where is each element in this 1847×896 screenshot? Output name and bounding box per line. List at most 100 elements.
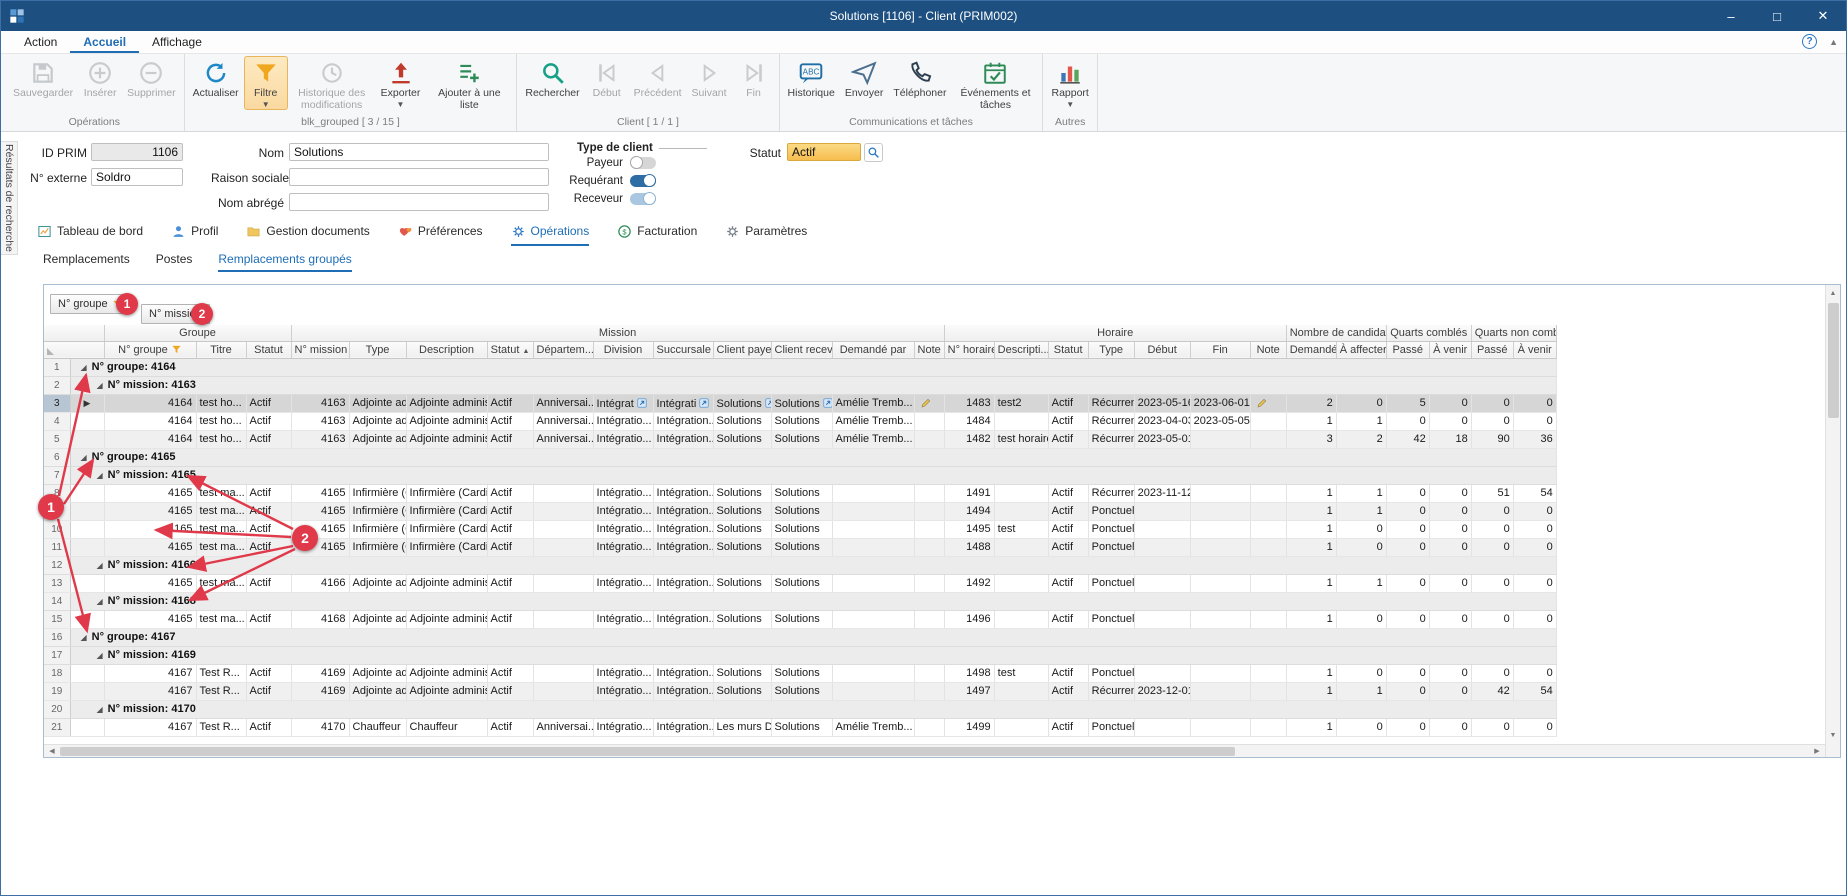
minimize-button[interactable]: – (1708, 1, 1754, 31)
column-header-statut[interactable]: Statut (246, 341, 291, 358)
table-row[interactable]: 94165test ma...Actif4165Infirmière (Ca..… (44, 502, 1556, 520)
column-header-fin[interactable]: Fin (1190, 341, 1250, 358)
collapse-icon[interactable]: ◢ (81, 363, 87, 372)
tab-facturation[interactable]: Facturation (617, 222, 697, 246)
collapse-icon[interactable]: ◢ (81, 633, 87, 642)
column-header-client-recev[interactable]: Client recev... (771, 341, 832, 358)
column-header-a-venir[interactable]: À venir (1513, 341, 1556, 358)
scroll-left-icon[interactable]: ◀ (45, 745, 59, 757)
ribbon-collapse-icon[interactable]: ▲ (1829, 37, 1838, 47)
collapse-icon[interactable]: ◢ (97, 471, 103, 480)
column-header-type[interactable]: Type (1088, 341, 1134, 358)
column-header-division[interactable]: Division (593, 341, 653, 358)
ribbon-button-exporter[interactable]: Exporter▼ (376, 56, 426, 110)
column-header-client-payeur[interactable]: Client payeur (713, 341, 771, 358)
help-icon[interactable]: ? (1802, 34, 1817, 49)
ribbon-button-precedent[interactable]: Précédent (629, 56, 687, 101)
table-row[interactable]: 214167Test R...Actif4170ChauffeurChauffe… (44, 718, 1556, 736)
toggle-payeur[interactable] (630, 157, 656, 169)
table-row[interactable]: 194167Test R...Actif4169Adjointe adm...A… (44, 682, 1556, 700)
vertical-scroll-thumb[interactable] (1828, 303, 1839, 418)
horizontal-scrollbar[interactable]: ◀ ▶ (44, 744, 1825, 757)
collapse-icon[interactable]: ◢ (97, 381, 103, 390)
group-chip-n-groupe[interactable]: N° groupe (50, 294, 131, 314)
subtab-postes[interactable]: Postes (156, 252, 193, 272)
column-header-n-mission[interactable]: N° mission (291, 341, 349, 358)
ribbon-button-rapport[interactable]: Rapport▼ (1046, 56, 1093, 110)
collapse-icon[interactable]: ◢ (97, 651, 103, 660)
scroll-up-icon[interactable]: ▲ (1826, 286, 1840, 301)
group-row[interactable]: 14◢N° mission: 4168 (44, 592, 1556, 610)
table-row[interactable]: 44164test ho...Actif4163Adjointe adm...A… (44, 412, 1556, 430)
subtab-remplacements[interactable]: Remplacements (43, 252, 130, 272)
group-row[interactable]: 16◢N° groupe: 4167 (44, 628, 1556, 646)
column-header-debut[interactable]: Début (1134, 341, 1190, 358)
group-row[interactable]: 20◢N° mission: 4170 (44, 700, 1556, 718)
column-header-type[interactable]: Type (349, 341, 406, 358)
tab-gestion-documents[interactable]: Gestion documents (246, 222, 369, 246)
ribbon-button-filtre[interactable]: Filtre▼ (244, 56, 288, 110)
column-header-titre[interactable]: Titre (196, 341, 246, 358)
ribbon-button-suivant[interactable]: Suivant (687, 56, 732, 101)
group-chip-n-mission[interactable]: N° mission (141, 304, 210, 324)
column-header-note[interactable]: Note (914, 341, 944, 358)
nom-field[interactable] (289, 143, 549, 161)
column-header-statut[interactable]: Statut ▲ (487, 341, 533, 358)
ribbon-button-sauvegarder[interactable]: Sauvegarder (8, 56, 78, 101)
column-header-n-horaire[interactable]: N° horaire (944, 341, 994, 358)
column-header-passe[interactable]: Passé (1471, 341, 1513, 358)
collapse-icon[interactable]: ◢ (97, 561, 103, 570)
table-row[interactable]: 184167Test R...Actif4169Adjointe adm...A… (44, 664, 1556, 682)
column-header-passe[interactable]: Passé (1386, 341, 1429, 358)
ribbon-button-evenements-et-taches[interactable]: Événements et tâches (951, 56, 1039, 112)
tab-profil[interactable]: Profil (171, 222, 218, 246)
tab-parametres[interactable]: Paramètres (725, 222, 807, 246)
menu-tab-action[interactable]: Action (11, 31, 70, 53)
ribbon-button-historique[interactable]: Historique (783, 56, 840, 101)
id-prim-field[interactable] (91, 143, 183, 161)
maximize-button[interactable]: □ (1754, 1, 1800, 31)
group-row[interactable]: 6◢N° groupe: 4165 (44, 448, 1556, 466)
menu-tab-accueil[interactable]: Accueil (70, 31, 139, 53)
close-button[interactable]: ✕ (1800, 1, 1846, 31)
ribbon-button-rechercher[interactable]: Rechercher (520, 56, 584, 101)
collapse-icon[interactable]: ◢ (97, 597, 103, 606)
collapse-icon[interactable]: ◢ (97, 705, 103, 714)
group-row[interactable]: 1◢N° groupe: 4164 (44, 358, 1556, 376)
table-row[interactable]: 104165test ma...Actif4165Infirmière (Ca.… (44, 520, 1556, 538)
statut-lookup-button[interactable] (864, 143, 883, 162)
vertical-scrollbar[interactable]: ▲ ▼ (1825, 285, 1840, 757)
table-row[interactable]: 84165test ma...Actif4165Infirmière (Ca..… (44, 484, 1556, 502)
group-row[interactable]: 12◢N° mission: 4166 (44, 556, 1556, 574)
ribbon-button-inserer[interactable]: Insérer (78, 56, 122, 101)
column-header-demandes[interactable]: Demandés (1286, 341, 1336, 358)
group-row[interactable]: 7◢N° mission: 4165 (44, 466, 1556, 484)
table-row[interactable]: 114165test ma...Actif4165Infirmière (Ca.… (44, 538, 1556, 556)
column-header-departem[interactable]: Départem... (533, 341, 593, 358)
column-header-a-venir[interactable]: À venir (1429, 341, 1471, 358)
collapse-icon[interactable]: ◢ (81, 453, 87, 462)
tab-operations[interactable]: Opérations (511, 222, 590, 246)
ribbon-button-telephoner[interactable]: Téléphoner (888, 56, 951, 101)
horizontal-scroll-thumb[interactable] (60, 747, 1235, 756)
column-header-description[interactable]: Description (406, 341, 487, 358)
scroll-down-icon[interactable]: ▼ (1826, 728, 1840, 743)
column-header-descripti[interactable]: Descripti... (994, 341, 1048, 358)
group-row[interactable]: 2◢N° mission: 4163 (44, 376, 1556, 394)
nom-abrege-field[interactable] (289, 193, 549, 211)
column-header-note[interactable]: Note (1250, 341, 1286, 358)
column-header-n-groupe[interactable]: N° groupe (104, 341, 196, 358)
toggle-requerant[interactable] (630, 175, 656, 187)
raison-sociale-field[interactable] (289, 168, 549, 186)
table-row[interactable]: 54164test ho...Actif4163Adjointe adm...A… (44, 430, 1556, 448)
no-externe-field[interactable] (91, 168, 183, 186)
ribbon-button-ajouter-a-une-liste[interactable]: Ajouter à une liste (425, 56, 513, 112)
menu-tab-affichage[interactable]: Affichage (139, 31, 215, 53)
tab-preferences[interactable]: Préférences (398, 222, 483, 246)
column-header-statut[interactable]: Statut (1048, 341, 1088, 358)
column-header-demande-par[interactable]: Demandé par (832, 341, 914, 358)
ribbon-button-supprimer[interactable]: Supprimer (122, 56, 180, 101)
subtab-remplacements-groupes[interactable]: Remplacements groupés (218, 252, 351, 272)
column-header-a-affecter[interactable]: À affecter (1336, 341, 1386, 358)
table-row[interactable]: 134165test ma...Actif4166Adjointe adm...… (44, 574, 1556, 592)
